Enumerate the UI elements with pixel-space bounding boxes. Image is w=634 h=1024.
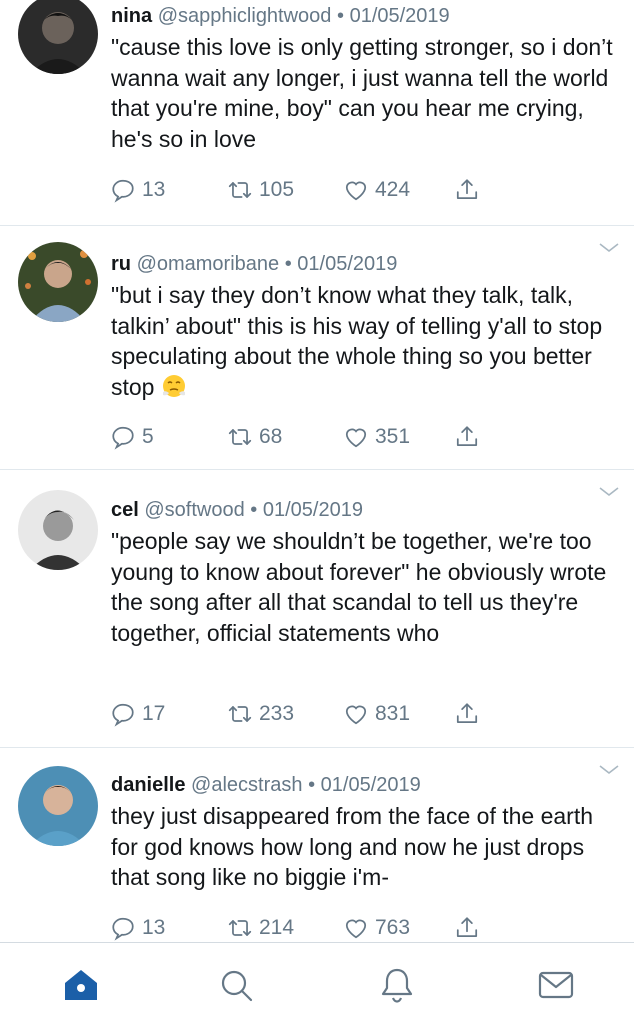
heart-icon: [343, 424, 369, 450]
retweet-button[interactable]: 68: [227, 422, 282, 452]
reply-button[interactable]: 5: [110, 422, 154, 452]
reply-count: 5: [142, 425, 154, 448]
tweet-date: 01/05/2019: [262, 499, 363, 521]
reply-count: 13: [142, 916, 166, 939]
reply-button[interactable]: 13: [110, 175, 165, 205]
tab-home[interactable]: [61, 965, 101, 1005]
heart-icon: [343, 701, 369, 727]
tweet-3[interactable]: cel @softwood • 01/05/2019 "people say w…: [0, 470, 634, 748]
chevron-down-icon[interactable]: [598, 486, 620, 498]
like-button[interactable]: 351: [343, 422, 410, 452]
separator-dot: •: [337, 5, 345, 27]
share-icon: [454, 915, 480, 941]
steam-from-nose-emoji: [162, 374, 185, 397]
tweet-text: "cause this love is only getting stronge…: [111, 34, 613, 152]
notifications-icon: [377, 965, 417, 1005]
author-handle[interactable]: @softwood: [144, 499, 244, 521]
retweet-count: 68: [259, 425, 283, 448]
share-icon: [454, 177, 480, 203]
retweet-button[interactable]: 105: [227, 175, 294, 205]
share-button[interactable]: [454, 699, 480, 729]
like-count: 763: [375, 916, 411, 939]
retweet-button[interactable]: 214: [227, 913, 294, 943]
retweet-icon: [227, 701, 253, 727]
home-icon: [61, 965, 101, 1005]
retweet-count: 105: [259, 178, 295, 201]
share-icon: [454, 424, 480, 450]
tweet-actions: 13 105 424: [110, 175, 510, 205]
reply-icon: [110, 177, 136, 203]
separator-dot: •: [284, 253, 292, 275]
tweet-text: they just disappeared from the face of t…: [111, 803, 594, 890]
share-icon: [454, 701, 480, 727]
reply-icon: [110, 701, 136, 727]
reply-count: 17: [142, 702, 166, 725]
share-button[interactable]: [454, 913, 480, 943]
tweet-actions: 13 214 763: [110, 913, 510, 943]
tweet-date: 01/05/2019: [297, 253, 398, 275]
reply-button[interactable]: 13: [110, 913, 165, 943]
retweet-icon: [227, 915, 253, 941]
avatar[interactable]: [18, 242, 98, 322]
heart-icon: [343, 915, 369, 941]
separator-dot: •: [250, 499, 258, 521]
retweet-count: 214: [259, 916, 295, 939]
author-name[interactable]: cel: [111, 499, 139, 521]
like-button[interactable]: 763: [343, 913, 410, 943]
retweet-icon: [227, 177, 253, 203]
avatar[interactable]: [18, 766, 98, 846]
tweet-text: "people say we shouldn’t be together, we…: [111, 528, 607, 646]
tab-search[interactable]: [216, 965, 256, 1005]
bottom-tab-bar: [0, 942, 634, 1024]
tweet-date: 01/05/2019: [320, 774, 421, 796]
retweet-count: 233: [259, 702, 295, 725]
separator-dot: •: [308, 774, 316, 796]
tweet-actions: 17 233 831: [110, 699, 510, 729]
like-button[interactable]: 831: [343, 699, 410, 729]
like-count: 424: [375, 178, 411, 201]
chevron-down-icon[interactable]: [598, 764, 620, 776]
retweet-button[interactable]: 233: [227, 699, 294, 729]
share-button[interactable]: [454, 175, 480, 205]
reply-icon: [110, 424, 136, 450]
author-name[interactable]: danielle: [111, 774, 185, 796]
like-count: 831: [375, 702, 411, 725]
avatar[interactable]: [18, 0, 98, 74]
author-handle[interactable]: @omamoribane: [137, 253, 280, 275]
reply-icon: [110, 915, 136, 941]
reply-button[interactable]: 17: [110, 699, 165, 729]
search-icon: [216, 965, 256, 1005]
author-handle[interactable]: @sapphiclightwood: [158, 5, 332, 27]
tweet-date: 01/05/2019: [349, 5, 450, 27]
author-name[interactable]: nina: [111, 5, 152, 27]
author-handle[interactable]: @alecstrash: [191, 774, 302, 796]
tab-messages[interactable]: [536, 965, 576, 1005]
tweet-text: "but i say they don’t know what they tal…: [111, 280, 616, 402]
like-button[interactable]: 424: [343, 175, 410, 205]
heart-icon: [343, 177, 369, 203]
avatar[interactable]: [18, 490, 98, 570]
like-count: 351: [375, 425, 411, 448]
tweet-2[interactable]: ru @omamoribane • 01/05/2019 "but i say …: [0, 226, 634, 470]
share-button[interactable]: [454, 422, 480, 452]
author-name[interactable]: ru: [111, 253, 131, 275]
retweet-icon: [227, 424, 253, 450]
tweet-1[interactable]: nina @sapphiclightwood • 01/05/2019 "cau…: [0, 0, 634, 226]
chevron-down-icon[interactable]: [598, 242, 620, 254]
tweet-actions: 5 68 351: [110, 422, 510, 452]
tweet-4[interactable]: danielle @alecstrash • 01/05/2019 they j…: [0, 748, 634, 942]
tab-notifications[interactable]: [377, 965, 417, 1005]
messages-icon: [536, 965, 576, 1005]
reply-count: 13: [142, 178, 166, 201]
